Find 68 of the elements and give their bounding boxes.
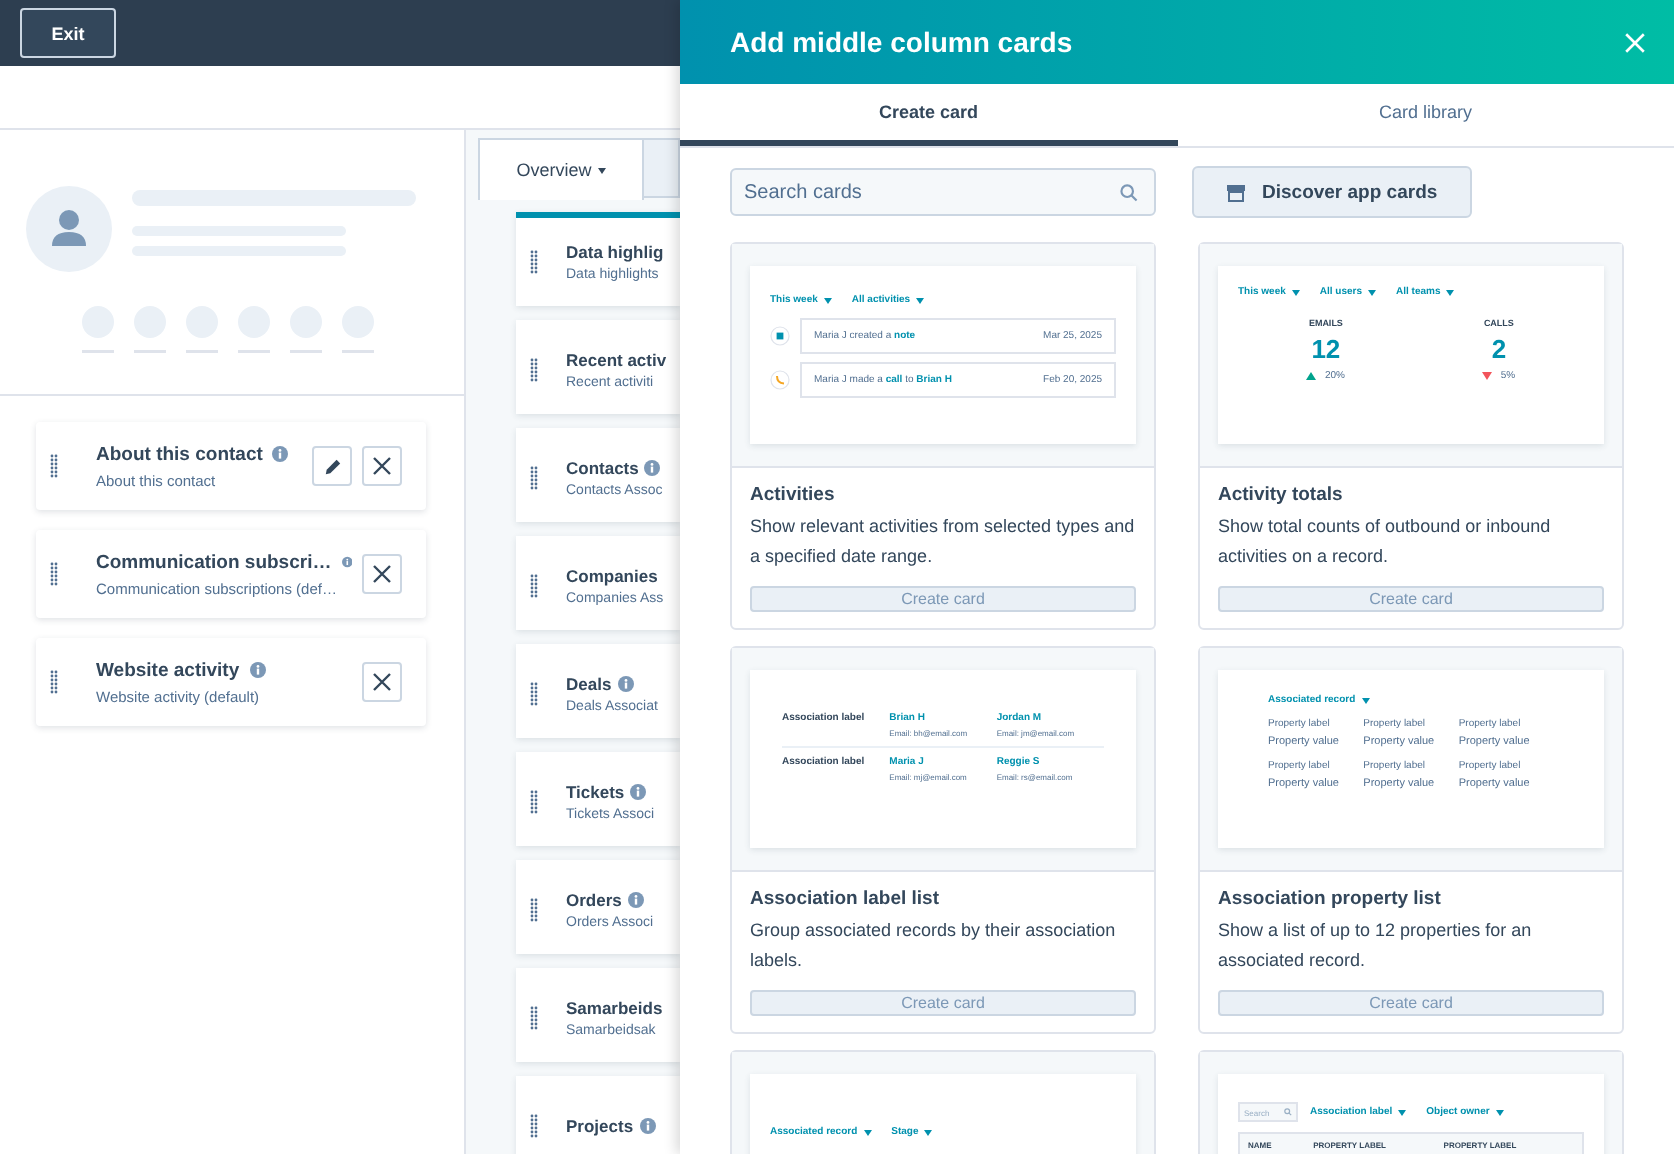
caret-icon: [1291, 289, 1300, 295]
card-option-title: Activities: [750, 484, 837, 506]
caret-icon: [924, 1129, 933, 1135]
drag-handle-icon[interactable]: [530, 466, 538, 490]
card-title: Projects: [566, 1116, 634, 1136]
down-triangle-icon: [1482, 372, 1493, 380]
drag-handle-icon[interactable]: [50, 454, 58, 478]
drag-handle-icon[interactable]: [530, 574, 538, 598]
up-triangle-icon: [1306, 372, 1317, 380]
drag-handle-icon[interactable]: [50, 670, 58, 694]
remove-button[interactable]: [362, 446, 402, 486]
card-title: Communication subscri…: [96, 551, 332, 573]
card-title: Data highlig: [566, 242, 664, 262]
card-title: Samarbeids: [566, 998, 663, 1018]
drag-handle-icon[interactable]: [530, 358, 538, 382]
caret-icon: [1368, 289, 1377, 295]
card-title: Contacts: [566, 458, 639, 478]
card-title: Orders: [566, 890, 622, 910]
card-title: Companies: [566, 566, 658, 586]
caret-icon: [1398, 1109, 1407, 1115]
card-title: Tickets: [566, 782, 625, 802]
exit-button[interactable]: Exit: [20, 8, 116, 58]
phone-icon: [770, 370, 790, 390]
search-icon: [1120, 183, 1138, 201]
card-title: Deals: [566, 674, 612, 694]
drag-handle-icon[interactable]: [530, 682, 538, 706]
caret-icon: [597, 167, 606, 173]
tab[interactable]: Card library: [1177, 84, 1674, 146]
pencil-icon: [323, 457, 341, 475]
discover-button[interactable]: Discover app cards: [1192, 166, 1472, 218]
panel-title: Add middle column cards: [730, 26, 1073, 58]
caret-icon: [1495, 1109, 1504, 1115]
drag-handle-icon[interactable]: [530, 1006, 538, 1030]
caret-icon: [916, 297, 925, 303]
card-option-description: Show total counts of outbound or inbound activities on a record.: [1218, 514, 1553, 570]
card-option-description: Show a list of up to 12 properties for an associated record.: [1218, 918, 1534, 974]
card-option-title: Activity totals: [1218, 484, 1345, 506]
card-option-description: Show relevant activities from selected types and a specified date range.: [750, 514, 1136, 570]
note-icon: [770, 326, 790, 346]
caret-icon: [1446, 289, 1455, 295]
caret-icon: [1361, 697, 1370, 703]
drag-handle-icon[interactable]: [530, 790, 538, 814]
view-tab[interactable]: Overview: [478, 138, 644, 200]
card-title: Recent activ: [566, 350, 667, 370]
drag-handle-icon[interactable]: [530, 250, 538, 274]
edit-button[interactable]: [312, 446, 352, 486]
tab[interactable]: Create card: [680, 84, 1177, 146]
card-option-title: Association label list: [750, 888, 941, 910]
drag-handle-icon[interactable]: [530, 1114, 538, 1138]
x-icon: [372, 564, 392, 584]
card-title: Website activity: [96, 659, 240, 681]
caret-icon: [823, 297, 832, 303]
drag-handle-icon[interactable]: [530, 898, 538, 922]
card-title: About this contact: [96, 443, 263, 465]
avatar-icon: [26, 186, 112, 272]
x-icon: [372, 456, 392, 476]
search-field[interactable]: Search cards: [730, 168, 1156, 216]
remove-button[interactable]: [362, 554, 402, 594]
store-icon: [1226, 183, 1246, 201]
drag-handle-icon[interactable]: [50, 562, 58, 586]
search-icon: [1284, 1108, 1292, 1116]
card-option-description: Group associated records by their association labels.: [750, 918, 1118, 974]
x-icon: [372, 672, 392, 692]
caret-icon: [863, 1129, 872, 1135]
stat-value: 2: [1491, 334, 1507, 364]
stat-value: 12: [1311, 334, 1341, 364]
card-option-title: Association property list: [1218, 888, 1443, 910]
remove-button[interactable]: [362, 662, 402, 702]
